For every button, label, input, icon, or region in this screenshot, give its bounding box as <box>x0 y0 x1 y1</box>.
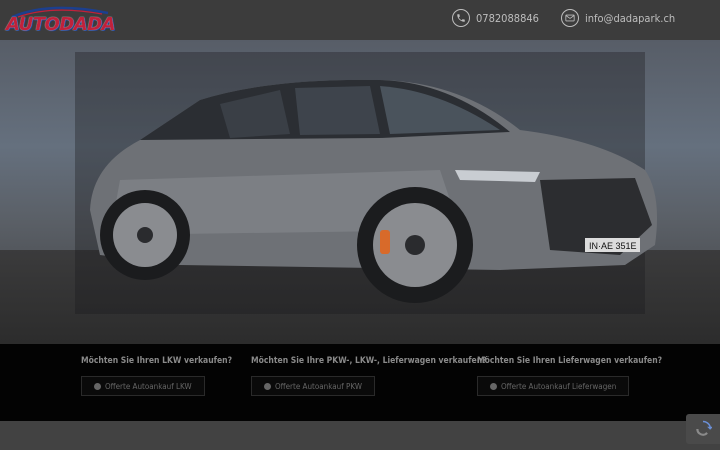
offer-lieferwagen-button[interactable]: Offerte Autoankauf Lieferwagen <box>477 376 630 396</box>
footer-strip <box>0 421 720 450</box>
offer-question: Möchten Sie Ihre PKW-, LKW-, Lieferwagen… <box>251 356 487 366</box>
offer-button-label: Offerte Autoankauf Lieferwagen <box>501 381 617 391</box>
recaptcha-icon <box>696 420 712 436</box>
recaptcha-badge[interactable] <box>686 414 720 444</box>
offer-lkw-button[interactable]: Offerte Autoankauf LKW <box>81 376 205 396</box>
offer-pkw-button[interactable]: Offerte Autoankauf PKW <box>251 376 375 396</box>
logo-text: AUTODADA <box>6 14 116 35</box>
offer-button-label: Offerte Autoankauf LKW <box>105 381 192 391</box>
offer-button-label: Offerte Autoankauf PKW <box>275 381 362 391</box>
logo[interactable]: AUTODADA <box>6 5 116 37</box>
site-header: AUTODADA 0782088846 info@dadapark.ch <box>0 0 720 40</box>
arrow-circle-icon <box>490 382 497 390</box>
email-link[interactable]: info@dadapark.ch <box>561 9 675 27</box>
arrow-circle-icon <box>94 382 101 390</box>
offer-question: Möchten Sie Ihren Lieferwagen verkaufen? <box>477 356 663 366</box>
car-photo: IN·AE 351E <box>90 79 658 303</box>
offer-pkw: Möchten Sie Ihre PKW-, LKW-, Lieferwagen… <box>251 356 487 396</box>
arrow-circle-icon <box>264 382 271 390</box>
offer-band: Möchten Sie Ihren LKW verkaufen? Offerte… <box>0 344 720 421</box>
hero-banner: IN·AE 351E <box>0 40 720 344</box>
phone-icon <box>452 9 470 27</box>
phone-link[interactable]: 0782088846 <box>452 9 539 27</box>
license-plate: IN·AE 351E <box>589 241 637 251</box>
offer-lieferwagen: Möchten Sie Ihren Lieferwagen verkaufen?… <box>477 356 662 396</box>
offer-lkw: Möchten Sie Ihren LKW verkaufen? Offerte… <box>81 356 232 396</box>
mail-icon <box>561 9 579 27</box>
phone-number: 0782088846 <box>476 11 539 25</box>
email-address: info@dadapark.ch <box>585 11 676 25</box>
offer-question: Möchten Sie Ihren LKW verkaufen? <box>81 356 233 366</box>
